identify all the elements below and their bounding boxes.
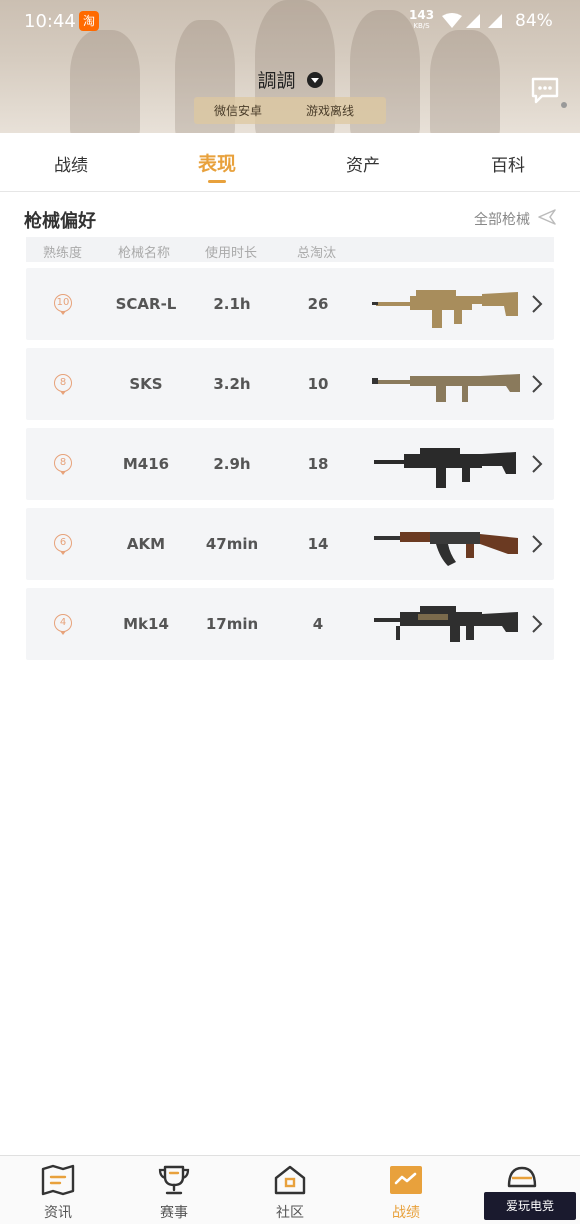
taobao-app-icon: 淘 xyxy=(79,11,99,31)
rifle-icon xyxy=(374,532,518,566)
weapon-kills: 18 xyxy=(307,455,329,473)
community-house-icon xyxy=(274,1165,306,1195)
nav-label: 资讯 xyxy=(44,1205,72,1221)
chevron-down-icon[interactable] xyxy=(306,71,323,88)
chevron-right-icon[interactable] xyxy=(530,614,544,634)
weapon-row-sks[interactable]: 8 SKS 3.2h 10 xyxy=(26,348,554,420)
active-tab-indicator xyxy=(208,180,226,183)
wifi-icon xyxy=(442,13,462,28)
weapon-row-akm[interactable]: 6 AKM 47min 14 xyxy=(26,508,554,580)
tab-record[interactable]: 战绩 xyxy=(31,151,111,176)
weapon-usage-time: 47min xyxy=(205,535,259,553)
weapon-name: SCAR-L xyxy=(115,295,177,313)
weapon-kills: 26 xyxy=(307,295,329,313)
tab-wiki[interactable]: 百科 xyxy=(468,151,548,176)
weapon-name: AKM xyxy=(126,535,166,553)
weapon-usage-time: 2.1h xyxy=(213,295,251,313)
message-icon[interactable] xyxy=(530,76,560,104)
app-root: 10:44 淘 143 KB/S 84% 調調 微信安卓 游戏离线 战绩 表现 … xyxy=(0,0,580,1224)
proficiency-badge: 8 xyxy=(54,454,72,475)
chevron-right-icon[interactable] xyxy=(530,374,544,394)
battery-level: 84% xyxy=(515,11,553,31)
trophy-icon xyxy=(158,1165,190,1195)
proficiency-badge: 10 xyxy=(54,294,72,315)
weapon-name: SKS xyxy=(129,375,163,393)
account-tags: 微信安卓 游戏离线 xyxy=(194,97,567,124)
game-status-tag: 游戏离线 xyxy=(306,104,355,118)
section-title: 枪械偏好 xyxy=(24,211,96,232)
weapon-kills: 10 xyxy=(307,375,329,393)
proficiency-badge: 4 xyxy=(54,614,72,635)
stats-chart-icon xyxy=(390,1166,422,1194)
weapon-kills: 4 xyxy=(312,615,324,633)
news-map-icon xyxy=(41,1164,75,1196)
signal-icon-2 xyxy=(488,14,502,28)
weapon-list: 10 SCAR-L 2.1h 26 8 SKS 3.2h 10 8 M416 2… xyxy=(26,268,554,668)
proficiency-badge: 8 xyxy=(54,374,72,395)
signal-icon xyxy=(466,14,480,28)
nav-events[interactable]: 赛事 xyxy=(134,1156,214,1224)
nav-community[interactable]: 社区 xyxy=(250,1156,330,1224)
header-total-kills: 总淘汰 xyxy=(297,246,337,261)
nav-label: 赛事 xyxy=(160,1205,188,1221)
watermark-logo: 爱玩电竞 xyxy=(484,1192,576,1220)
rifle-icon xyxy=(372,374,520,402)
nav-label: 社区 xyxy=(276,1205,304,1221)
weapon-kills: 14 xyxy=(307,535,329,553)
header-proficiency: 熟练度 xyxy=(43,246,83,261)
username[interactable]: 調調 xyxy=(257,70,295,92)
status-time: 10:44 xyxy=(24,11,76,32)
profile-header: 10:44 淘 143 KB/S 84% 調調 微信安卓 游戏离线 xyxy=(0,0,580,133)
header-weapon-name: 枪械名称 xyxy=(118,246,171,261)
header-usage-time: 使用时长 xyxy=(205,246,258,261)
tab-assets[interactable]: 资产 xyxy=(323,151,403,176)
nav-label: 战绩 xyxy=(392,1205,420,1221)
weapon-name: M416 xyxy=(122,455,170,473)
weapon-name: Mk14 xyxy=(123,615,169,633)
rifle-icon xyxy=(374,606,518,642)
nav-stats[interactable]: 战绩 xyxy=(366,1156,446,1224)
signal-icons xyxy=(442,13,502,28)
network-speed: 143 KB/S xyxy=(409,8,435,32)
network-speed-value: 143 xyxy=(409,8,435,22)
offline-dot-icon xyxy=(561,102,567,108)
proficiency-badge: 6 xyxy=(54,534,72,555)
tab-bar: 战绩 表现 资产 百科 xyxy=(0,133,580,192)
plane-arrow-icon[interactable] xyxy=(538,208,556,226)
weapon-row-m416[interactable]: 8 M416 2.9h 18 xyxy=(26,428,554,500)
chevron-right-icon[interactable] xyxy=(530,294,544,314)
chevron-right-icon[interactable] xyxy=(530,454,544,474)
rifle-icon xyxy=(372,290,518,328)
platform-tag: 微信安卓 xyxy=(214,104,263,118)
rifle-icon xyxy=(374,448,516,488)
username-row[interactable]: 調調 xyxy=(0,66,580,93)
weapon-row-scar-l[interactable]: 10 SCAR-L 2.1h 26 xyxy=(26,268,554,340)
nav-news[interactable]: 资讯 xyxy=(18,1156,98,1224)
network-speed-unit: KB/S xyxy=(413,22,430,30)
weapon-usage-time: 17min xyxy=(205,615,259,633)
weapon-row-mk14[interactable]: 4 Mk14 17min 4 xyxy=(26,588,554,660)
tab-performance[interactable]: 表现 xyxy=(177,149,257,176)
chevron-right-icon[interactable] xyxy=(530,534,544,554)
weapon-table-header: 熟练度 枪械名称 使用时长 总淘汰 xyxy=(26,237,554,262)
all-weapons-link[interactable]: 全部枪械 xyxy=(474,209,530,229)
weapon-usage-time: 3.2h xyxy=(213,375,251,393)
status-bar: 10:44 淘 143 KB/S 84% xyxy=(0,0,580,44)
weapon-usage-time: 2.9h xyxy=(213,455,251,473)
